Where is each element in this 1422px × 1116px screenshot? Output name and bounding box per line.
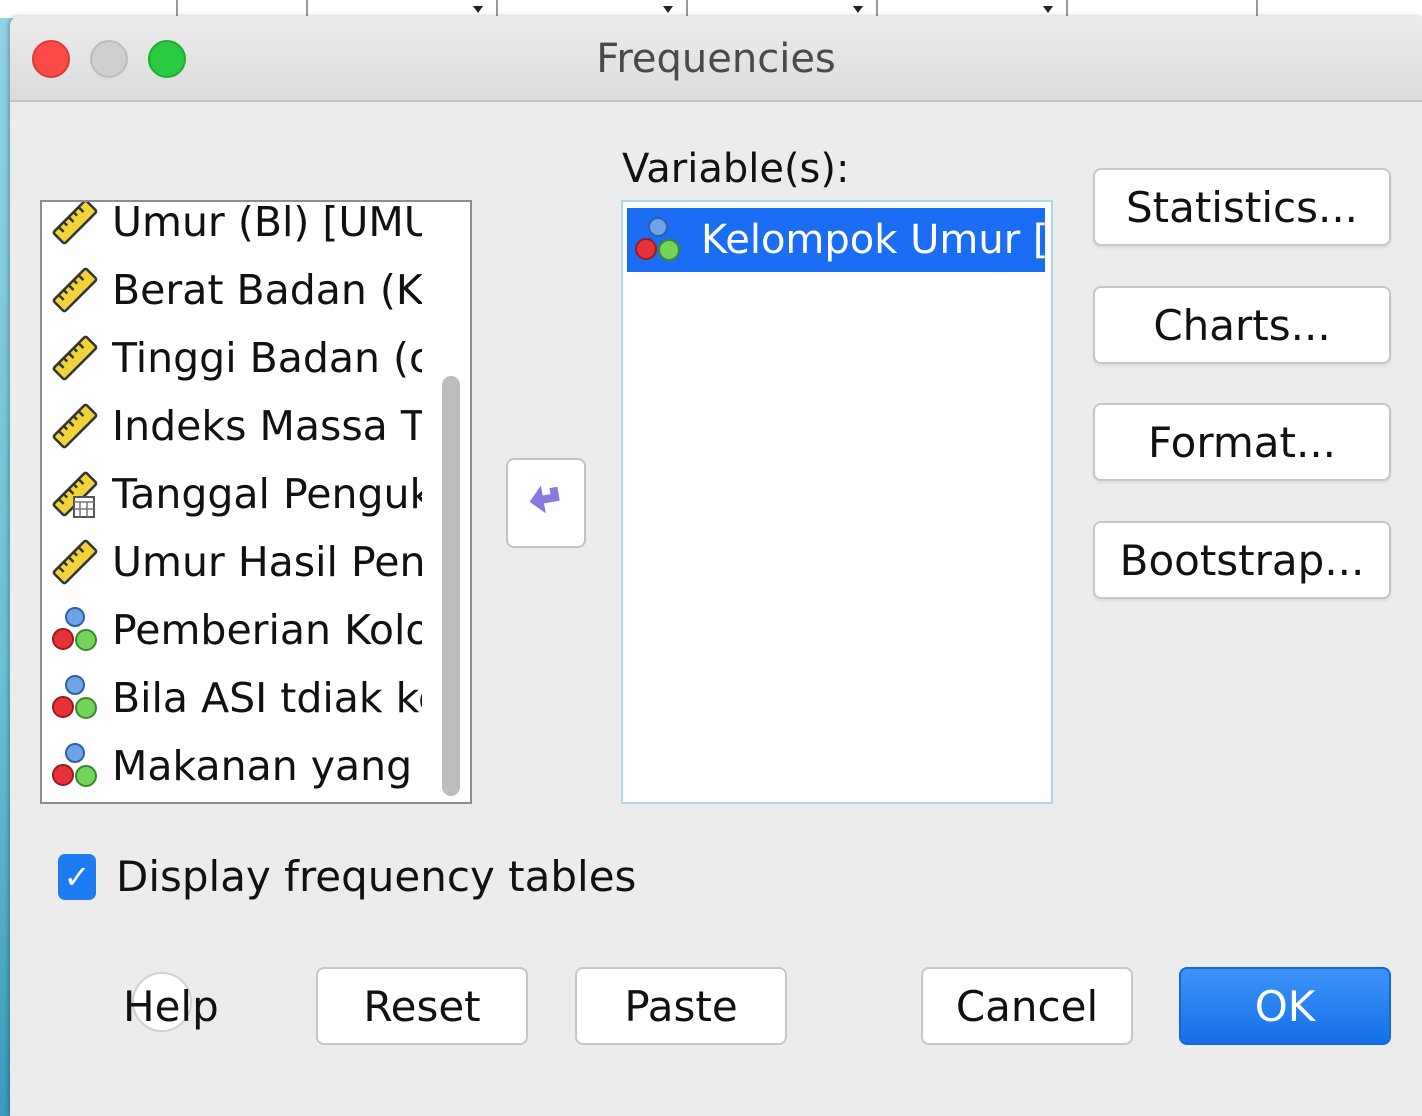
list-item-label: Tanggal Penguk...	[112, 470, 422, 518]
selected-list-item[interactable]: Kelompok Umur [K...	[627, 208, 1045, 272]
paste-button[interactable]: Paste	[575, 967, 787, 1045]
dropdown-triangle-icon	[663, 6, 673, 13]
nominal-icon	[50, 673, 100, 723]
nominal-icon	[50, 741, 100, 791]
nominal-icon	[633, 215, 683, 265]
list-item[interactable]: Bila ASI tdiak kel...	[50, 664, 422, 732]
arrow-left-icon	[529, 485, 560, 514]
display-frequency-tables-option[interactable]: ✓ Display frequency tables	[58, 852, 636, 901]
list-item-label: Tinggi Badan (c...	[112, 334, 422, 382]
list-item-label: Umur (Bl) [UMUR...	[112, 200, 422, 246]
bootstrap-button[interactable]: Bootstrap...	[1093, 521, 1391, 599]
list-item-label: Pemberian Kolo...	[112, 606, 422, 654]
dropdown-triangle-icon	[853, 6, 863, 13]
list-item[interactable]: Indeks Massa T...	[50, 392, 422, 460]
window-title: Frequencies	[596, 36, 836, 82]
date-ruler-icon	[50, 469, 100, 519]
display-frequency-tables-label: Display frequency tables	[116, 852, 637, 901]
selected-variables-list[interactable]: Kelompok Umur [K...	[621, 200, 1053, 804]
scale-ruler-icon	[50, 537, 100, 587]
list-item-label: Makanan yang p...	[112, 742, 422, 790]
scale-ruler-icon	[50, 202, 100, 247]
frequencies-dialog: Frequencies Umur (Bl) [UMUR... Berat Bad…	[10, 16, 1422, 1116]
nominal-icon	[50, 605, 100, 655]
help-label[interactable]: Help	[123, 982, 219, 1031]
reset-button[interactable]: Reset	[316, 967, 528, 1045]
checkmark-icon: ✓	[63, 857, 91, 896]
dropdown-triangle-icon	[473, 6, 483, 13]
list-item-label: Umur Hasil Peng...	[112, 538, 422, 586]
charts-button[interactable]: Charts...	[1093, 286, 1391, 364]
move-variable-button[interactable]	[506, 458, 586, 548]
source-variable-list[interactable]: Umur (Bl) [UMUR... Berat Badan (Kg... Ti…	[40, 200, 472, 804]
format-button[interactable]: Format...	[1093, 403, 1391, 481]
scale-ruler-icon	[50, 265, 100, 315]
scale-ruler-icon	[50, 401, 100, 451]
title-bar: Frequencies	[10, 16, 1422, 102]
list-item[interactable]: Berat Badan (Kg...	[50, 256, 422, 324]
list-item-label: Indeks Massa T...	[112, 402, 422, 450]
list-item[interactable]: Umur (Bl) [UMUR...	[50, 200, 422, 256]
list-item[interactable]: Tinggi Badan (c...	[50, 324, 422, 392]
list-item[interactable]: Makanan yang p...	[50, 732, 422, 800]
scale-ruler-icon	[50, 333, 100, 383]
list-item[interactable]: Pemberian Kolo...	[50, 596, 422, 664]
list-item[interactable]: Umur Hasil Peng...	[50, 528, 422, 596]
display-frequency-tables-checkbox[interactable]: ✓	[58, 853, 96, 900]
variables-label: Variable(s):	[622, 146, 850, 192]
list-item-label: Berat Badan (Kg...	[112, 266, 422, 314]
list-item[interactable]: Tanggal Penguk...	[50, 460, 422, 528]
list-item-label: Bila ASI tdiak kel...	[112, 674, 422, 722]
cancel-button[interactable]: Cancel	[921, 967, 1133, 1045]
ok-button[interactable]: OK	[1179, 967, 1391, 1045]
statistics-button[interactable]: Statistics...	[1093, 168, 1391, 246]
list-scrollbar[interactable]	[442, 376, 460, 796]
selected-list-item-label: Kelompok Umur [K...	[701, 217, 1045, 263]
dropdown-triangle-icon	[1043, 6, 1053, 13]
